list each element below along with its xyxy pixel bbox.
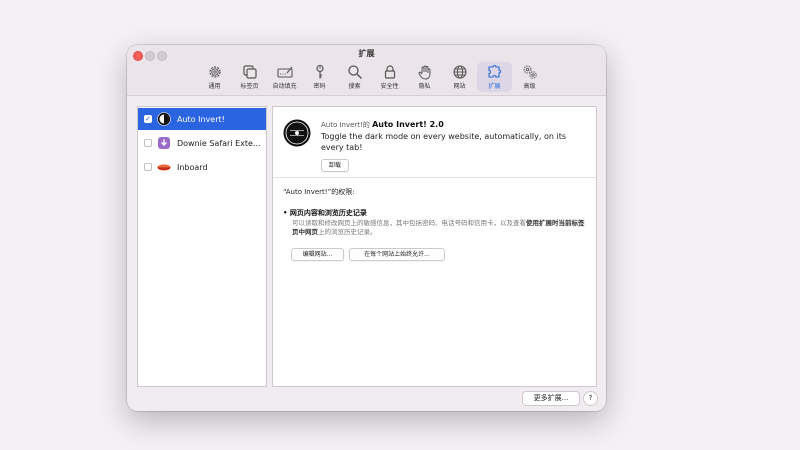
tab-passwords[interactable]: 密码: [302, 62, 337, 92]
tab-privacy-label: 隐私: [418, 83, 431, 90]
enable-checkbox[interactable]: [144, 139, 152, 147]
key-icon: [312, 64, 328, 80]
tab-extensions-label: 扩展: [488, 83, 501, 90]
tabs-icon: [242, 64, 258, 80]
hand-icon: [417, 64, 433, 80]
permissions-title: “Auto Invert!”的权限:: [283, 188, 355, 196]
tab-websites-label: 网站: [453, 83, 466, 90]
tab-advanced[interactable]: 高级: [512, 62, 547, 92]
window-title: 扩展: [358, 49, 375, 58]
extension-name: Auto Invert!: [177, 114, 225, 124]
auto-invert-logo-icon: [157, 112, 171, 126]
permission-item: • 网页内容和浏览历史记录: [283, 209, 367, 217]
title-bar: 扩展 通用 标签页 自动填充 密码 搜索 安全性 隐私 网站 扩展 高级: [127, 45, 606, 96]
tab-tabs-label: 标签页: [240, 83, 259, 90]
more-extensions-button[interactable]: 更多扩展...: [522, 391, 580, 406]
extension-list: ✓ Auto Invert! Downie Safari Exte... Inb…: [137, 106, 267, 387]
tab-tabs[interactable]: 标签页: [232, 62, 267, 92]
magnifier-icon: [347, 64, 363, 80]
tab-search[interactable]: 搜索: [337, 62, 372, 92]
puzzle-icon: [487, 64, 503, 80]
downie-icon: [157, 136, 171, 150]
list-item-downie[interactable]: Downie Safari Exte...: [138, 132, 266, 154]
tab-general[interactable]: 通用: [197, 62, 232, 92]
heading-prefix: Auto Invert!的: [321, 121, 373, 129]
edit-websites-button[interactable]: 编辑网站...: [291, 248, 344, 261]
divider: [273, 177, 596, 178]
globe-icon: [452, 64, 468, 80]
tab-security-label: 安全性: [380, 83, 399, 90]
extension-details: Auto Invert!的 Auto Invert! 2.0 Toggle th…: [272, 106, 597, 387]
preferences-window: 扩展 通用 标签页 自动填充 密码 搜索 安全性 隐私 网站 扩展 高级 ✓ A…: [127, 45, 606, 411]
always-allow-button[interactable]: 在每个网站上始终允许...: [349, 248, 445, 261]
enable-checkbox[interactable]: ✓: [144, 115, 152, 123]
extension-title: Auto Invert! 2.0: [372, 120, 444, 129]
tab-search-label: 搜索: [348, 83, 361, 90]
enable-checkbox[interactable]: [144, 163, 152, 171]
tab-passwords-label: 密码: [313, 83, 326, 90]
autofill-icon: [276, 64, 293, 80]
extension-name: Downie Safari Exte...: [177, 138, 261, 148]
extension-description: Toggle the dark mode on every website, a…: [321, 132, 567, 152]
tab-autofill-label: 自动填充: [272, 83, 297, 90]
extension-name: Inboard: [177, 162, 208, 172]
tab-advanced-label: 高级: [523, 83, 536, 90]
inboard-icon: [157, 160, 171, 174]
tab-websites[interactable]: 网站: [442, 62, 477, 92]
permission-desc-part1: 可以读取和修改网页上的敏感信息，其中包括密码、电话号码和信用卡，以及查看: [292, 219, 526, 227]
auto-invert-logo-icon: [283, 119, 311, 147]
tab-general-label: 通用: [208, 83, 221, 90]
advanced-gears-icon: [522, 64, 538, 80]
tab-security[interactable]: 安全性: [372, 62, 407, 92]
list-item-auto-invert[interactable]: ✓ Auto Invert!: [138, 108, 266, 130]
tab-extensions[interactable]: 扩展: [477, 62, 512, 92]
gear-icon: [207, 64, 223, 80]
list-item-inboard[interactable]: Inboard: [138, 156, 266, 178]
extension-heading: Auto Invert!的 Auto Invert! 2.0: [321, 120, 444, 130]
lock-icon: [382, 64, 398, 80]
tab-privacy[interactable]: 隐私: [407, 62, 442, 92]
tab-autofill[interactable]: 自动填充: [267, 62, 302, 92]
help-button[interactable]: ?: [583, 391, 598, 406]
permission-desc-part2: 上的浏览历史记录。: [318, 228, 377, 236]
uninstall-button[interactable]: 卸载: [321, 159, 349, 172]
preferences-toolbar: 通用 标签页 自动填充 密码 搜索 安全性 隐私 网站 扩展 高级: [197, 62, 547, 94]
permission-description: 可以读取和修改网页上的敏感信息，其中包括密码、电话号码和信用卡，以及查看使用扩展…: [292, 219, 588, 237]
